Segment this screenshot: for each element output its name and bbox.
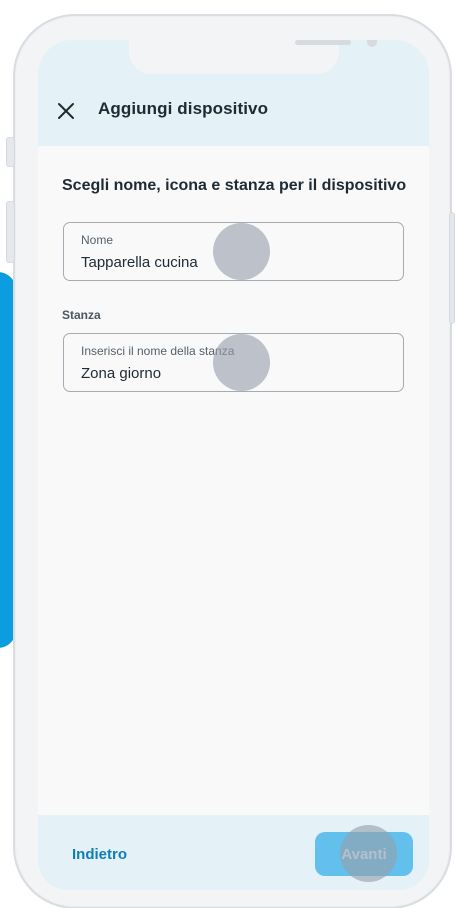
phone-side-button	[6, 201, 15, 263]
room-name-field[interactable]: Inserisci il nome della stanza Zona gior…	[63, 333, 404, 392]
room-name-label: Inserisci il nome della stanza	[81, 344, 235, 358]
back-button[interactable]: Indietro	[72, 846, 127, 863]
close-button[interactable]	[55, 100, 77, 122]
camera-dot	[367, 40, 377, 47]
device-name-field[interactable]: Nome Tapparella cucina	[63, 222, 404, 281]
room-name-value[interactable]: Zona giorno	[81, 365, 161, 382]
speaker-grille	[295, 40, 351, 45]
phone-side-button	[6, 137, 15, 167]
device-name-label: Nome	[81, 233, 114, 247]
next-button[interactable]: Avanti	[315, 832, 413, 876]
status-bar	[38, 40, 429, 76]
stage: Aggiungi dispositivo Scegli nome, icona …	[0, 0, 455, 908]
device-name-value[interactable]: Tapparella cucina	[81, 254, 198, 271]
footer-bar: Indietro Avanti	[38, 815, 429, 890]
page-title: Aggiungi dispositivo	[98, 99, 269, 118]
phone-notch	[129, 40, 377, 74]
section-title: Scegli nome, icona e stanza per il dispo…	[62, 177, 407, 194]
phone-screen: Aggiungi dispositivo Scegli nome, icona …	[38, 40, 429, 890]
app-header: Aggiungi dispositivo	[38, 76, 429, 146]
room-group-label: Stanza	[62, 308, 101, 322]
phone-side-button	[449, 212, 455, 324]
close-icon	[58, 103, 74, 119]
